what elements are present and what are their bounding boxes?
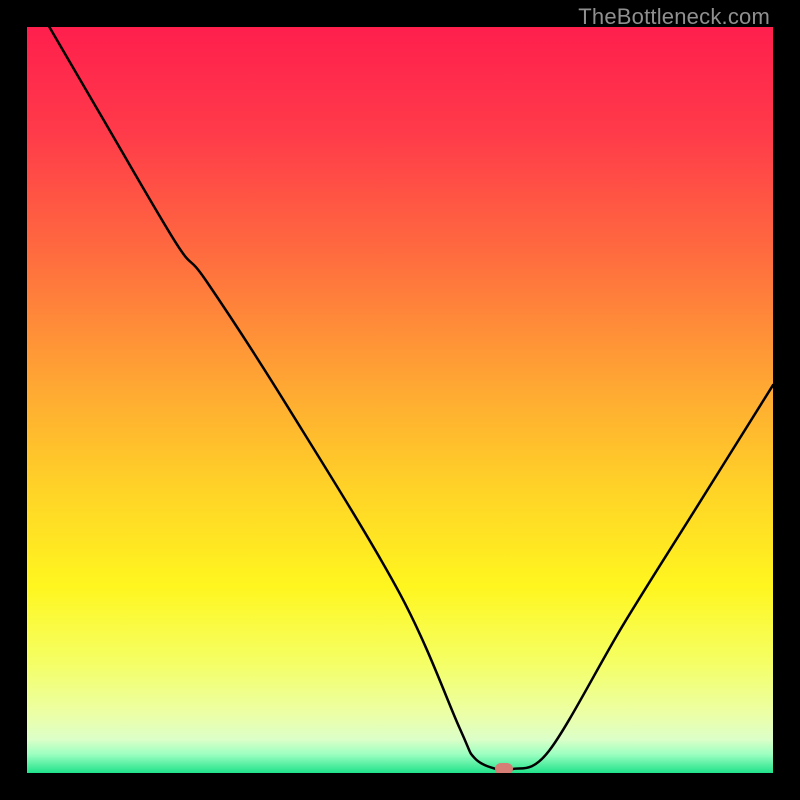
plot-area [27,27,773,773]
chart-frame: TheBottleneck.com [0,0,800,800]
watermark-text: TheBottleneck.com [578,4,770,30]
bottleneck-curve [27,27,773,773]
optimal-marker [495,763,513,773]
